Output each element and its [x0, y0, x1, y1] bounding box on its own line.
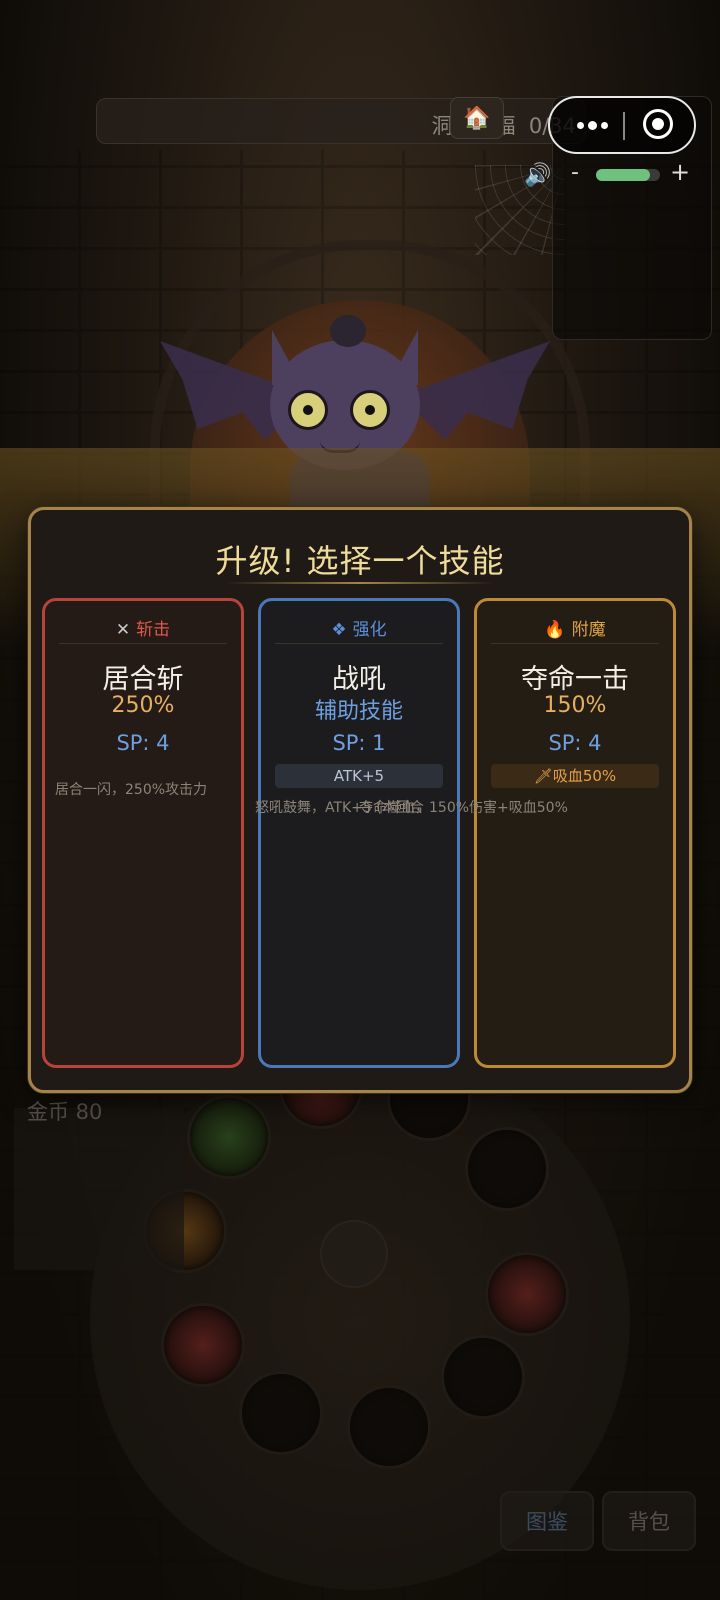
- card-category: ❖ 强化: [261, 615, 457, 640]
- skill-sp-cost: SP: 4: [548, 731, 602, 755]
- speaker-icon[interactable]: 🔊: [524, 163, 551, 188]
- skill-effect-tag: ATK+5: [275, 764, 443, 788]
- level-up-title: 升级! 选择一个技能: [215, 542, 505, 580]
- skill-card-enchant[interactable]: 🔥 附魔 夺命一击 150% SP: 4 🗡吸血50% 夺命噬血，150%伤害+吸…: [359, 598, 676, 1068]
- crossed-swords-icon: ✕: [115, 620, 131, 640]
- skill-name: 居合斩: [102, 664, 184, 695]
- close-target-icon[interactable]: [643, 109, 673, 139]
- skill-description: 夺命噬血，150%伤害+吸血50%: [359, 800, 568, 816]
- home-button[interactable]: 🏠: [450, 97, 504, 139]
- skill-damage: 150%: [543, 693, 607, 718]
- card-category: ✕ 斩击: [45, 615, 241, 640]
- skill-card-slash[interactable]: ✕ 斩击 居合斩 250% SP: 4 居合一闪，250%攻击力: [42, 598, 244, 1068]
- volume-slider[interactable]: [596, 169, 660, 181]
- card-divider: [59, 643, 227, 644]
- skill-card-buff[interactable]: ❖ 强化 战吼 辅助技能 SP: 1 ATK+5 怒吼鼓舞，ATK+5 (本回合: [255, 598, 460, 1068]
- card-divider: [491, 643, 659, 644]
- skill-type: 辅助技能: [314, 699, 403, 724]
- miniprogram-capsule[interactable]: [548, 96, 696, 154]
- skill-damage: 250%: [111, 693, 175, 718]
- more-menu-icon[interactable]: [568, 112, 616, 138]
- title-divider: [225, 582, 495, 584]
- bat-hair-bun: [330, 315, 366, 347]
- capsule-divider: [623, 112, 625, 140]
- card-category-label: 强化: [352, 620, 387, 640]
- volume-up-button[interactable]: +: [670, 158, 690, 186]
- bat-eye-left: [288, 390, 328, 430]
- volume-down-button[interactable]: -: [571, 160, 579, 185]
- card-category-label: 附魔: [571, 620, 606, 640]
- card-divider: [275, 643, 443, 644]
- volume-fill: [596, 169, 651, 181]
- skill-sp-cost: SP: 4: [116, 731, 170, 755]
- diamond-icon: ❖: [331, 620, 347, 640]
- bat-eye-right: [350, 390, 390, 430]
- bat-wing-right: [400, 341, 550, 440]
- card-category-label: 斩击: [136, 620, 171, 640]
- skill-name: 战吼: [332, 664, 386, 695]
- lifesteal-tag: 🗡吸血50%: [491, 764, 659, 788]
- home-icon: 🏠: [463, 105, 491, 131]
- skill-description: 居合一闪，250%攻击力: [55, 782, 208, 798]
- skill-name: 夺命一击: [521, 664, 629, 695]
- card-category: 🔥 附魔: [477, 615, 673, 640]
- fire-icon: 🔥: [544, 620, 566, 640]
- skill-sp-cost: SP: 1: [332, 731, 386, 755]
